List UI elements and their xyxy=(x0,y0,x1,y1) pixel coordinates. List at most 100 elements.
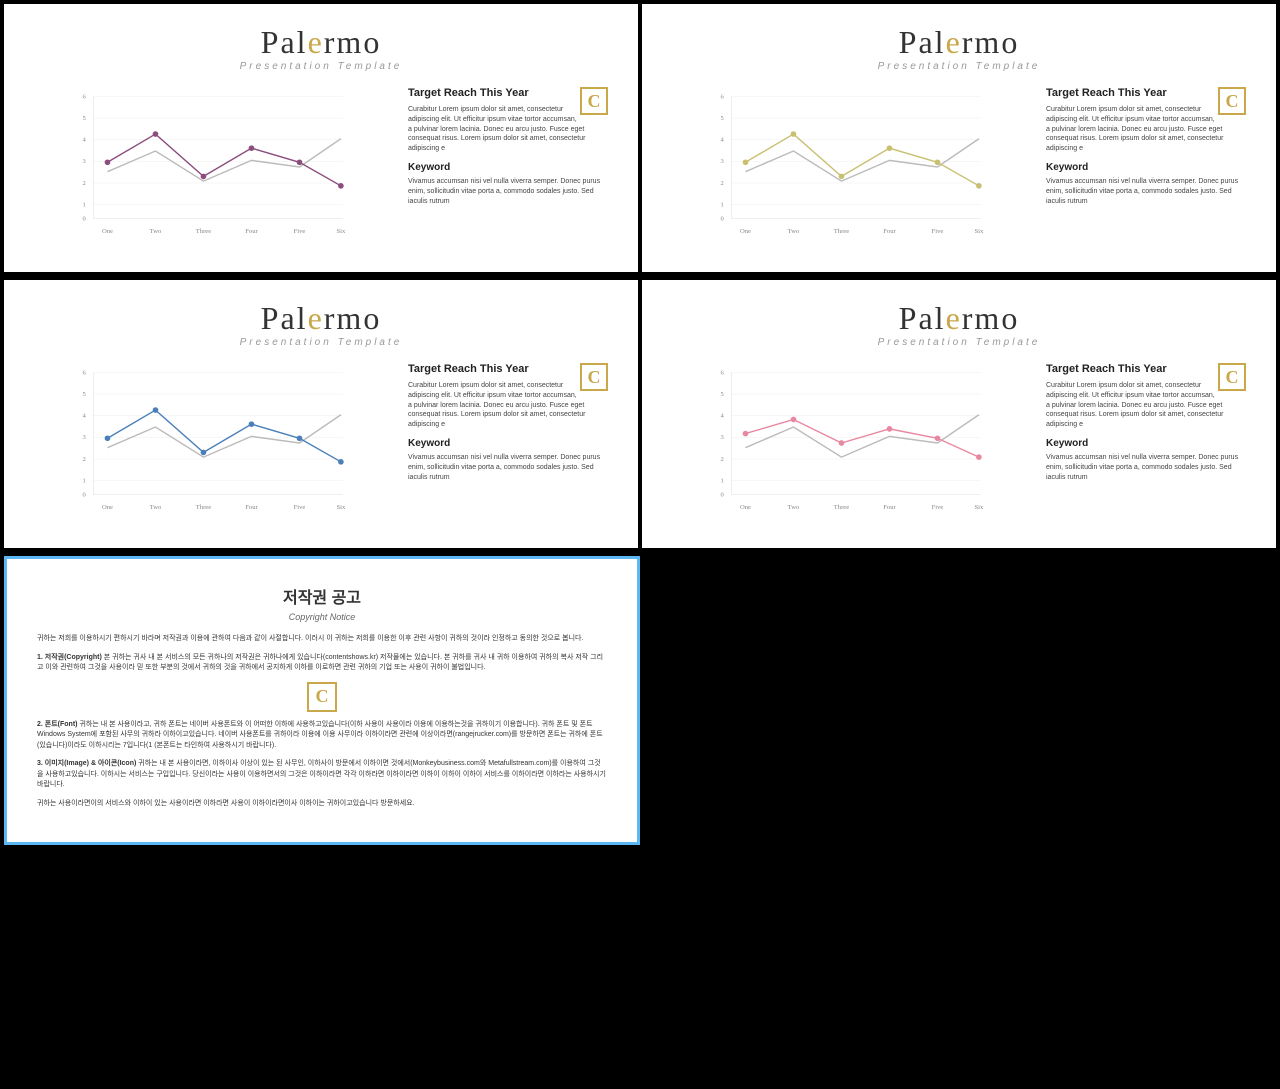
svg-text:5: 5 xyxy=(721,115,725,122)
slide-2-keyword: Keyword xyxy=(1046,162,1246,173)
slide-3-subtitle: Presentation Template xyxy=(34,337,608,348)
svg-text:0: 0 xyxy=(721,492,725,499)
svg-text:One: One xyxy=(102,504,113,511)
svg-text:Six: Six xyxy=(336,504,345,511)
svg-text:Three: Three xyxy=(834,228,849,235)
svg-text:2: 2 xyxy=(721,180,724,187)
slide-4-heading: Target Reach This Year xyxy=(1046,363,1246,375)
main-container: Palermo Presentation Template xyxy=(0,0,1280,849)
copyright-section1: 1. 저작권(Copyright) 본 귀하는 귀사 내 본 서비스의 모든 귀… xyxy=(37,653,607,674)
slide-3-text: C Target Reach This Year Curabitur Lorem… xyxy=(408,363,608,486)
svg-text:0: 0 xyxy=(83,492,87,499)
chart-svg-2: 0 1 2 3 4 5 6 One Two Three Four Five Si… xyxy=(672,87,1026,247)
slide-4-chart: 0 1 2 3 4 5 6 One Two Three Four Five Si… xyxy=(672,363,1026,528)
chart-svg-1: 0 1 2 3 4 5 6 One Two Three Four Five Si… xyxy=(34,87,388,247)
svg-text:6: 6 xyxy=(83,93,87,100)
copyright-title: 저작권 공고 xyxy=(37,584,607,608)
svg-text:6: 6 xyxy=(83,369,87,376)
slide-2: Palermo Presentation Template 0 xyxy=(642,4,1276,272)
slide-4-keyword: Keyword xyxy=(1046,438,1246,449)
copyright-section3: 3. 이미지(Image) & 아이콘(Icon) 귀하는 내 본 사용이라면,… xyxy=(37,759,607,791)
svg-text:Five: Five xyxy=(294,504,306,511)
svg-text:6: 6 xyxy=(721,369,725,376)
slide-1-keyword: Keyword xyxy=(408,162,608,173)
svg-text:1: 1 xyxy=(721,478,724,485)
svg-text:Five: Five xyxy=(932,504,944,511)
slide-3-heading: Target Reach This Year xyxy=(408,363,608,375)
svg-text:Two: Two xyxy=(150,228,162,235)
slide-1-heading: Target Reach This Year xyxy=(408,87,608,99)
svg-text:4: 4 xyxy=(83,413,87,420)
slide-2-chart: 0 1 2 3 4 5 6 One Two Three Four Five Si… xyxy=(672,87,1026,252)
svg-text:2: 2 xyxy=(721,456,724,463)
slide-1: Palermo Presentation Template xyxy=(4,4,638,272)
svg-text:4: 4 xyxy=(83,137,87,144)
slide-1-chart: 0 1 2 3 4 5 6 One Two Three Four Five Si… xyxy=(34,87,388,252)
slide-2-body1: Curabitur Lorem ipsum dolor sit amet, co… xyxy=(1046,105,1246,154)
slide-3-body1: Curabitur Lorem ipsum dolor sit amet, co… xyxy=(408,381,608,430)
copyright-c-logo: C xyxy=(307,682,337,712)
citation-box-1: C xyxy=(580,87,608,115)
svg-text:1: 1 xyxy=(83,478,86,485)
copyright-slide: 저작권 공고 Copyright Notice 귀하는 저희를 이용하시기 편하… xyxy=(4,556,640,845)
svg-text:6: 6 xyxy=(721,93,725,100)
top-row: Palermo Presentation Template xyxy=(0,0,1280,276)
slide-4-body1: Curabitur Lorem ipsum dolor sit amet, co… xyxy=(1046,381,1246,430)
slide-2-title-area: Palermo Presentation Template xyxy=(672,24,1246,72)
svg-text:3: 3 xyxy=(721,158,725,165)
slide-1-body2: Vivamus accumsan nisi vel nulla viverra … xyxy=(408,177,608,206)
slide-4: Palermo Presentation Template 0 xyxy=(642,280,1276,548)
copyright-section2: 2. 폰트(Font) 귀하는 내 본 사용이라고, 귀하 폰트는 네이버 사용… xyxy=(37,720,607,752)
svg-text:0: 0 xyxy=(83,216,87,223)
svg-text:0: 0 xyxy=(721,216,725,223)
slide-2-heading: Target Reach This Year xyxy=(1046,87,1246,99)
slide-3-chart: 0 1 2 3 4 5 6 One Two Three Four Five Si… xyxy=(34,363,388,528)
slide-4-content: 0 1 2 3 4 5 6 One Two Three Four Five Si… xyxy=(672,363,1246,528)
copyright-para1: 귀하는 저희를 이용하시기 편하시기 바라며 저작권과 이용에 관하여 다음과 … xyxy=(37,634,607,645)
slide-1-subtitle: Presentation Template xyxy=(34,61,608,72)
svg-text:1: 1 xyxy=(83,202,86,209)
slide-2-title: Palermo xyxy=(672,24,1246,61)
svg-text:1: 1 xyxy=(721,202,724,209)
svg-text:5: 5 xyxy=(83,391,87,398)
svg-text:Two: Two xyxy=(788,504,800,511)
copyright-inner: 저작권 공고 Copyright Notice 귀하는 저희를 이용하시기 편하… xyxy=(7,559,637,842)
slide-3-body2: Vivamus accumsan nisi vel nulla viverra … xyxy=(408,453,608,482)
citation-box-2: C xyxy=(1218,87,1246,115)
svg-text:Four: Four xyxy=(245,228,258,235)
slide-3-title-area: Palermo Presentation Template xyxy=(34,300,608,348)
copyright-footer: 귀하는 사용이라면이의 서비스와 이하이 있는 사용이라면 이하라면 사용이 이… xyxy=(37,799,607,810)
slide-2-text: C Target Reach This Year Curabitur Lorem… xyxy=(1046,87,1246,210)
svg-text:Three: Three xyxy=(196,504,211,511)
slide-4-subtitle: Presentation Template xyxy=(672,337,1246,348)
slide-2-subtitle: Presentation Template xyxy=(672,61,1246,72)
slide-3-title: Palermo xyxy=(34,300,608,337)
svg-text:5: 5 xyxy=(721,391,725,398)
svg-text:4: 4 xyxy=(721,413,725,420)
bottom-row: 저작권 공고 Copyright Notice 귀하는 저희를 이용하시기 편하… xyxy=(0,552,1280,849)
chart-svg-3: 0 1 2 3 4 5 6 One Two Three Four Five Si… xyxy=(34,363,388,523)
title-accent-4: e xyxy=(946,300,962,336)
svg-text:Three: Three xyxy=(834,504,849,511)
svg-text:5: 5 xyxy=(83,115,87,122)
svg-text:Three: Three xyxy=(196,228,211,235)
svg-text:4: 4 xyxy=(721,137,725,144)
copyright-subtitle: Copyright Notice xyxy=(37,612,607,622)
svg-text:One: One xyxy=(740,228,751,235)
slide-4-text: C Target Reach This Year Curabitur Lorem… xyxy=(1046,363,1246,486)
svg-text:Two: Two xyxy=(150,504,162,511)
citation-box-4: C xyxy=(1218,363,1246,391)
slide-1-body1: Curabitur Lorem ipsum dolor sit amet, co… xyxy=(408,105,608,154)
svg-text:One: One xyxy=(102,228,113,235)
title-accent-2: e xyxy=(946,24,962,60)
slide-1-title-area: Palermo Presentation Template xyxy=(34,24,608,72)
svg-text:Five: Five xyxy=(294,228,306,235)
svg-text:2: 2 xyxy=(83,180,86,187)
svg-text:Four: Four xyxy=(883,228,896,235)
middle-row: Palermo Presentation Template 0 xyxy=(0,276,1280,552)
slide-1-content: 0 1 2 3 4 5 6 One Two Three Four Five Si… xyxy=(34,87,608,252)
svg-text:3: 3 xyxy=(83,158,87,165)
slide-1-text: C Target Reach This Year Curabitur Lorem… xyxy=(408,87,608,210)
slide-3: Palermo Presentation Template 0 xyxy=(4,280,638,548)
slide-1-title: Palermo xyxy=(34,24,608,61)
